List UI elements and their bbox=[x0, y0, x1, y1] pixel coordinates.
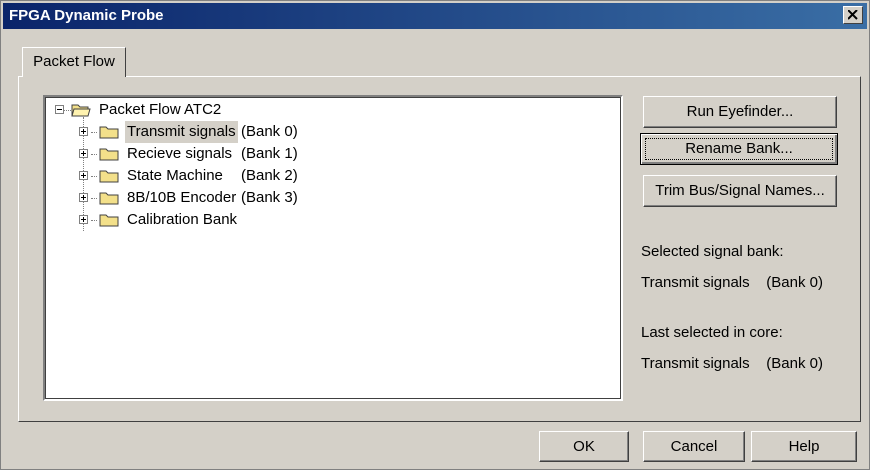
open-folder-icon bbox=[71, 104, 91, 117]
tree-item-bank: (Bank 2) bbox=[241, 167, 298, 184]
title-bar[interactable]: FPGA Dynamic Probe bbox=[3, 3, 867, 29]
window-title: FPGA Dynamic Probe bbox=[9, 7, 164, 24]
tree-connector bbox=[91, 220, 97, 221]
help-label: Help bbox=[788, 438, 820, 455]
trim-names-button[interactable]: Trim Bus/Signal Names... bbox=[643, 175, 837, 207]
folder-icon bbox=[99, 214, 119, 227]
last-selected-heading: Last selected in core: bbox=[641, 324, 783, 341]
tree-connector bbox=[91, 176, 97, 177]
ok-label: OK bbox=[573, 438, 595, 455]
tree-connector bbox=[63, 110, 71, 111]
expand-icon[interactable] bbox=[79, 215, 88, 224]
expand-icon[interactable] bbox=[79, 171, 88, 180]
tree-item-label: Transmit signals bbox=[125, 121, 238, 143]
tree-item-bank: (Bank 0) bbox=[241, 123, 298, 140]
tree-item-bank: (Bank 3) bbox=[241, 189, 298, 206]
cancel-button[interactable]: Cancel bbox=[643, 431, 745, 462]
cancel-label: Cancel bbox=[670, 438, 718, 455]
folder-icon bbox=[99, 148, 119, 161]
selected-bank-value: Transmit signals (Bank 0) bbox=[641, 274, 823, 291]
collapse-icon[interactable] bbox=[55, 105, 64, 114]
tree-item-label: 8B/10B Encoder bbox=[127, 189, 237, 206]
close-button[interactable] bbox=[843, 6, 863, 24]
run-eyefinder-button[interactable]: Run Eyefinder... bbox=[643, 96, 837, 128]
tree-connector bbox=[91, 198, 97, 199]
ok-button[interactable]: OK bbox=[539, 431, 629, 462]
tree-item-label: State Machine bbox=[127, 167, 223, 184]
rename-bank-button[interactable]: Rename Bank... bbox=[640, 133, 838, 165]
tab-label: Packet Flow bbox=[33, 53, 115, 70]
selected-bank-heading: Selected signal bank: bbox=[641, 243, 784, 260]
folder-icon bbox=[99, 170, 119, 183]
last-selected-value: Transmit signals (Bank 0) bbox=[641, 355, 823, 372]
tree-item-label: Recieve signals bbox=[127, 145, 233, 162]
expand-icon[interactable] bbox=[79, 193, 88, 202]
tree-root-label: Packet Flow ATC2 bbox=[99, 101, 222, 118]
expand-icon[interactable] bbox=[79, 127, 88, 136]
signal-bank-tree[interactable]: Packet Flow ATC2 Transmit signals (Bank … bbox=[43, 95, 623, 401]
trim-names-label: Trim Bus/Signal Names... bbox=[655, 182, 825, 199]
run-eyefinder-label: Run Eyefinder... bbox=[686, 103, 794, 120]
folder-icon bbox=[99, 192, 119, 205]
tab-packet-flow[interactable]: Packet Flow bbox=[22, 47, 126, 77]
tree-item-bank: (Bank 1) bbox=[241, 145, 298, 162]
tree-connector bbox=[91, 132, 97, 133]
folder-icon bbox=[99, 126, 119, 139]
close-icon bbox=[848, 10, 858, 20]
rename-bank-label: Rename Bank... bbox=[685, 140, 793, 157]
help-button[interactable]: Help bbox=[751, 431, 857, 462]
dialog-window: FPGA Dynamic Probe Packet Flow Packet Fl… bbox=[0, 0, 870, 470]
tree-connector bbox=[91, 154, 97, 155]
expand-icon[interactable] bbox=[79, 149, 88, 158]
tree-item-label: Calibration Bank bbox=[127, 211, 238, 228]
